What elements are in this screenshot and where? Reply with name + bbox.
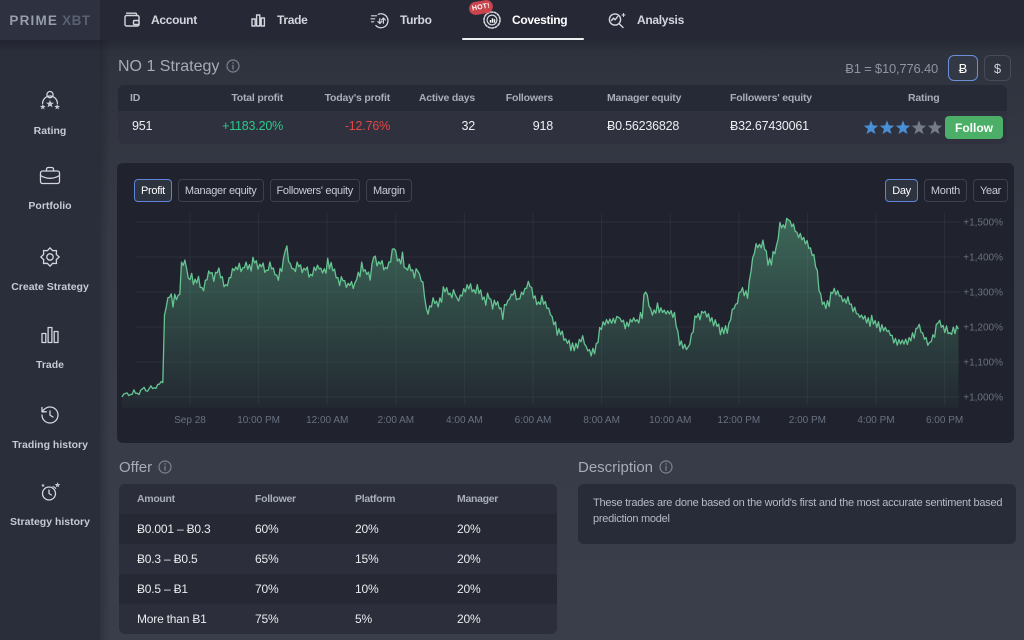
- svg-text:4:00 PM: 4:00 PM: [857, 415, 894, 426]
- svg-text:+1,500%: +1,500%: [963, 218, 1003, 229]
- svg-text:+1,400%: +1,400%: [963, 253, 1003, 264]
- svg-text:+1,200%: +1,200%: [963, 323, 1003, 334]
- svg-text:10:00 PM: 10:00 PM: [237, 415, 280, 426]
- svg-text:12:00 PM: 12:00 PM: [717, 415, 760, 426]
- svg-text:6:00 PM: 6:00 PM: [926, 415, 963, 426]
- svg-text:2:00 AM: 2:00 AM: [377, 415, 414, 426]
- svg-text:Sep 28: Sep 28: [174, 415, 206, 426]
- svg-text:6:00 AM: 6:00 AM: [515, 415, 552, 426]
- svg-text:10:00 AM: 10:00 AM: [649, 415, 691, 426]
- svg-text:+1,100%: +1,100%: [963, 358, 1003, 369]
- svg-text:12:00 AM: 12:00 AM: [306, 415, 348, 426]
- svg-text:8:00 AM: 8:00 AM: [583, 415, 620, 426]
- svg-text:+1,300%: +1,300%: [963, 288, 1003, 299]
- svg-text:+1,000%: +1,000%: [963, 393, 1003, 404]
- svg-text:4:00 AM: 4:00 AM: [446, 415, 483, 426]
- svg-text:2:00 PM: 2:00 PM: [789, 415, 826, 426]
